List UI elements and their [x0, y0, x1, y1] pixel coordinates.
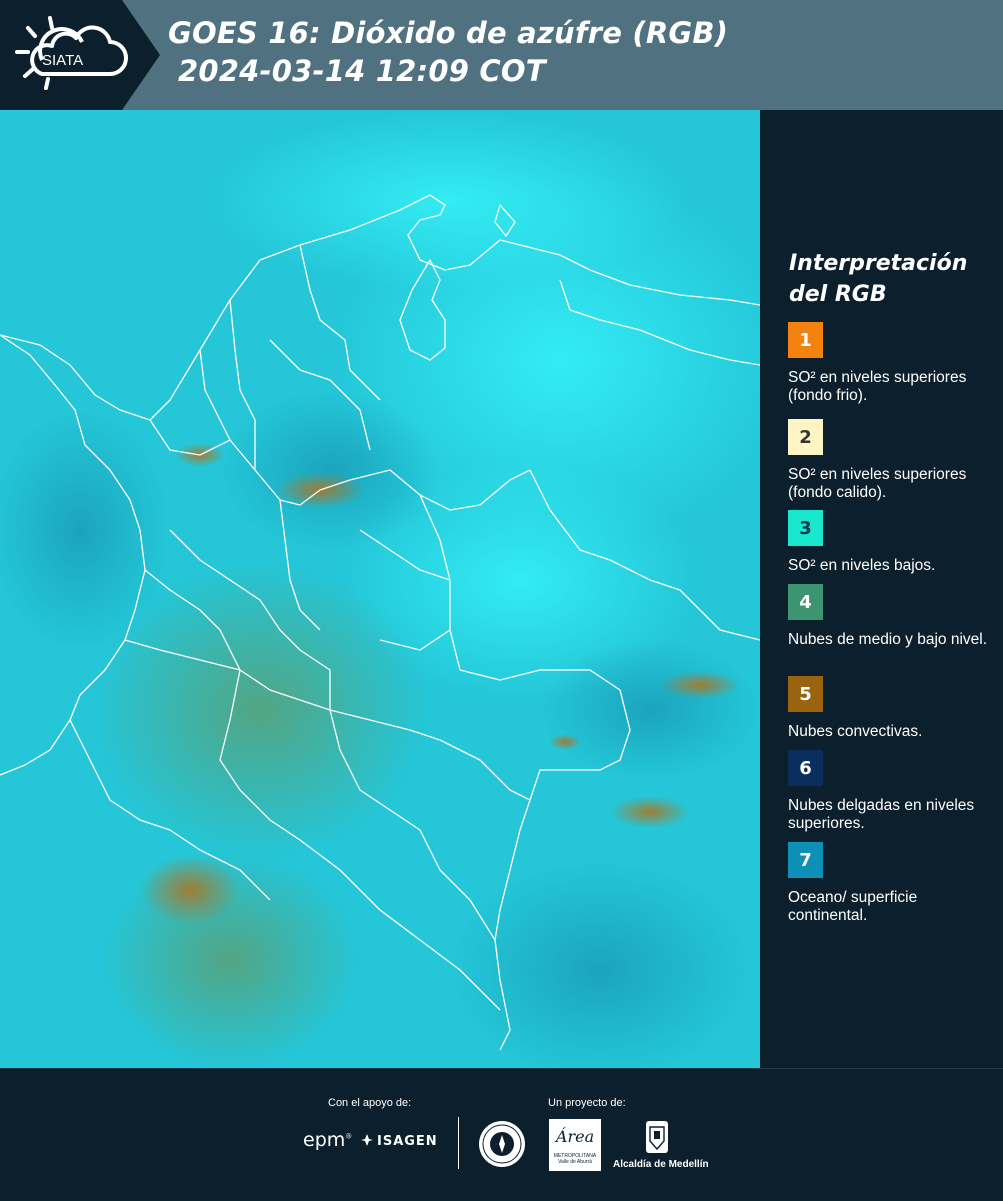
isagen-mark-icon: [361, 1134, 373, 1146]
legend-item: 2 SO² en niveles superiores (fondo calid…: [788, 419, 998, 502]
legend-item: 1 SO² en niveles superiores (fondo frio)…: [788, 322, 998, 405]
isagen-logo: ISAGEN: [360, 1133, 438, 1149]
convective-cloud: [610, 796, 690, 828]
area-logo-text: Área: [555, 1127, 595, 1146]
epm-logo: epm®: [303, 1129, 352, 1151]
project-label: Un proyecto de:: [548, 1097, 626, 1109]
map-canvas: [0, 110, 760, 1070]
page-title: GOES 16: Dióxido de azúfre (RGB) 2024-03…: [168, 14, 728, 90]
convective-cloud: [140, 855, 240, 925]
support-label: Con el apoyo de:: [328, 1097, 412, 1109]
legend-item-label: Nubes convectivas.: [788, 723, 923, 740]
legend-title-line2: del RGB: [789, 282, 887, 307]
legend-item-label: SO² en niveles superiores (fondo calido)…: [788, 466, 967, 501]
convective-cloud: [549, 734, 581, 750]
legend-item: 6 Nubes delgadas en niveles superiores.: [788, 750, 998, 833]
cloud-patch: [540, 640, 760, 780]
legend-swatch: 7: [788, 842, 823, 878]
svg-text:SIATA: SIATA: [42, 52, 83, 69]
legend-title-line1: Interpretación: [789, 251, 968, 276]
legend-item: 5 Nubes convectivas.: [788, 676, 998, 741]
area-metropolitana-logo: Área METROPOLITANA Valle de Aburrá: [549, 1119, 601, 1171]
isagen-logo-text: ISAGEN: [377, 1134, 438, 1149]
footer-divider: [458, 1117, 459, 1169]
epm-logo-text: epm: [303, 1129, 346, 1151]
legend-swatch: 4: [788, 584, 823, 620]
siata-logo-icon: SIATA: [15, 16, 128, 90]
epm-registered-mark: ®: [345, 1132, 353, 1141]
alcaldia-crest-icon: [646, 1121, 668, 1153]
legend-panel: Interpretación del RGB 1 SO² en niveles …: [760, 110, 1003, 1068]
area-logo-subtext: METROPOLITANA Valle de Aburrá: [553, 1153, 597, 1165]
legend-swatch: 5: [788, 676, 823, 712]
title-datetime: 2024-03-14 12:09 COT: [178, 54, 546, 88]
legend-item: 3 SO² en niveles bajos.: [788, 510, 998, 575]
legend-item-label: Nubes delgadas en niveles superiores.: [788, 797, 975, 832]
legend-item-label: SO² en niveles superiores (fondo frio).: [788, 369, 967, 404]
title-product: GOES 16: Dióxido de azúfre (RGB): [168, 16, 729, 50]
legend-item: 7 Oceano/ superficie continental.: [788, 842, 998, 925]
legend-swatch: 6: [788, 750, 823, 786]
satellite-map[interactable]: [0, 110, 760, 1070]
cloud-patch: [450, 860, 750, 1070]
convective-cloud: [660, 671, 740, 699]
legend-item-label: Oceano/ superficie continental.: [788, 889, 918, 924]
legend-title: Interpretación del RGB: [789, 248, 967, 310]
legend-item-label: Nubes de medio y bajo nivel.: [788, 631, 988, 648]
legend-item-label: SO² en niveles bajos.: [788, 557, 936, 574]
medellin-seal-icon: [479, 1121, 525, 1167]
legend-swatch: 2: [788, 419, 823, 455]
legend-item: 4 Nubes de medio y bajo nivel.: [788, 584, 998, 649]
header-bar: SIATA GOES 16: Dióxido de azúfre (RGB) 2…: [0, 0, 1003, 110]
alcaldia-name: Alcaldía de Medellín: [613, 1159, 709, 1170]
footer: Con el apoyo de: Un proyecto de: epm® IS…: [0, 1068, 1003, 1201]
cloud-patch: [220, 390, 440, 550]
legend-swatch: 1: [788, 322, 823, 358]
legend-swatch: 3: [788, 510, 823, 546]
clear-area: [210, 110, 690, 290]
